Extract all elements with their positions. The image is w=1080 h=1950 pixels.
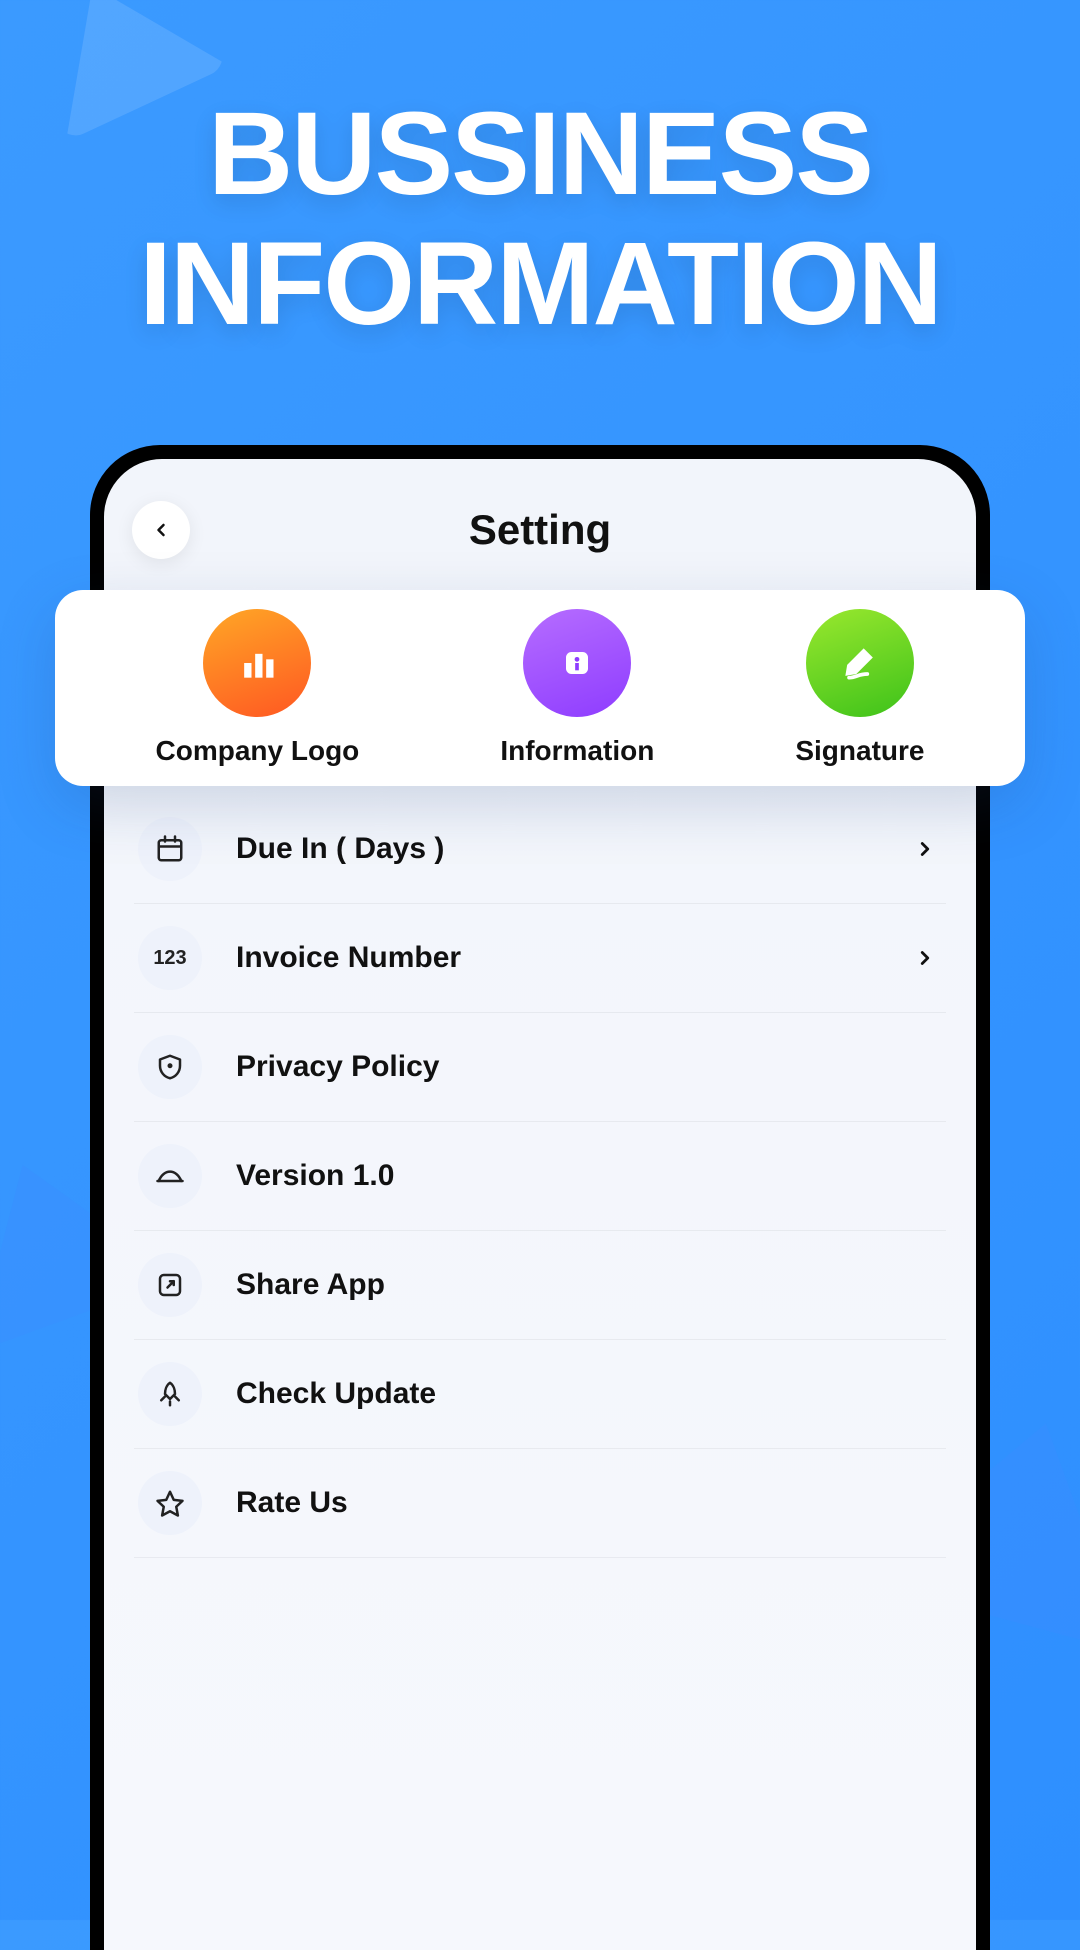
row-share-app[interactable]: Share App — [134, 1231, 946, 1340]
tile-label: Information — [500, 735, 654, 767]
row-icon-badge — [138, 1035, 202, 1099]
row-icon-badge — [138, 1253, 202, 1317]
chart-icon — [203, 609, 311, 717]
row-icon-badge — [138, 817, 202, 881]
row-label: Due In ( Days ) — [236, 832, 914, 866]
tile-information[interactable]: Information — [500, 609, 654, 767]
row-check-update[interactable]: Check Update — [134, 1340, 946, 1449]
row-label: Share App — [236, 1268, 936, 1302]
chevron-left-icon — [151, 520, 171, 540]
row-due-in-days-[interactable]: Due In ( Days ) — [134, 795, 946, 904]
row-icon-badge: 123 — [138, 926, 202, 990]
hero-line1: BUSSINESS — [0, 90, 1080, 220]
hero-title: BUSSINESS INFORMATION — [0, 90, 1080, 350]
tile-label: Company Logo — [156, 735, 360, 767]
chevron-right-icon — [914, 838, 936, 860]
row-icon-badge — [138, 1362, 202, 1426]
back-button[interactable] — [132, 501, 190, 559]
business-info-card: Company Logo Information Signature — [55, 590, 1025, 786]
star-icon — [155, 1488, 185, 1518]
pen-icon — [806, 609, 914, 717]
row-version-1-0[interactable]: Version 1.0 — [134, 1122, 946, 1231]
settings-list: Due In ( Days ) 123 Invoice Number Privacy … — [134, 795, 946, 1950]
row-label: Check Update — [236, 1377, 936, 1411]
row-icon-badge — [138, 1471, 202, 1535]
chevron-right-icon — [914, 947, 936, 969]
shield-icon — [155, 1052, 185, 1082]
page-title: Setting — [190, 506, 890, 554]
tile-signature[interactable]: Signature — [795, 609, 924, 767]
header: Setting — [104, 459, 976, 583]
row-label: Invoice Number — [236, 941, 914, 975]
tile-label: Signature — [795, 735, 924, 767]
rocket-icon — [155, 1379, 185, 1409]
row-label: Version 1.0 — [236, 1159, 936, 1193]
row-label: Rate Us — [236, 1486, 936, 1520]
number-icon: 123 — [153, 947, 186, 970]
calendar-icon — [155, 834, 185, 864]
info-icon — [523, 609, 631, 717]
row-label: Privacy Policy — [236, 1050, 936, 1084]
curve-icon — [155, 1161, 185, 1191]
row-icon-badge — [138, 1144, 202, 1208]
row-rate-us[interactable]: Rate Us — [134, 1449, 946, 1558]
row-invoice-number[interactable]: 123 Invoice Number — [134, 904, 946, 1013]
hero-line2: INFORMATION — [0, 220, 1080, 350]
row-privacy-policy[interactable]: Privacy Policy — [134, 1013, 946, 1122]
tile-company-logo[interactable]: Company Logo — [156, 609, 360, 767]
share-icon — [155, 1270, 185, 1300]
